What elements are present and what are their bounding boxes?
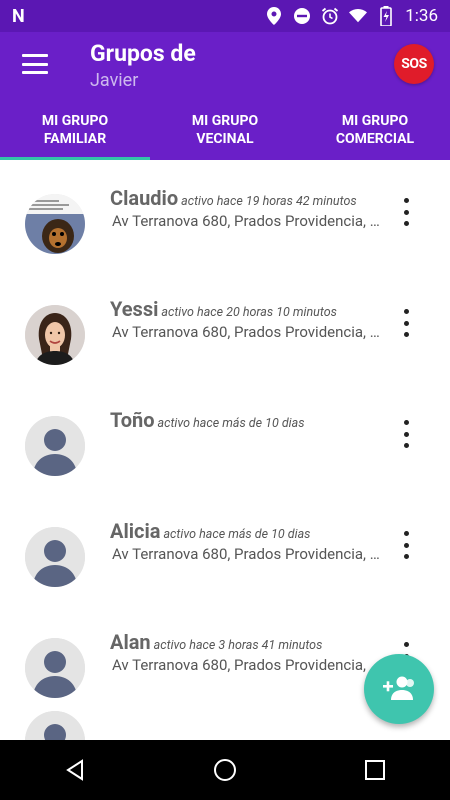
more-options-icon[interactable] bbox=[396, 309, 416, 337]
member-activity: activo hace 3 horas 41 minutos bbox=[153, 638, 323, 653]
wifi-icon bbox=[349, 7, 368, 25]
menu-icon[interactable] bbox=[22, 54, 48, 74]
title-block: Grupos de Javier bbox=[90, 40, 196, 94]
back-icon[interactable] bbox=[55, 750, 95, 790]
page-title: Grupos de bbox=[90, 40, 196, 67]
default-person-icon bbox=[25, 416, 85, 476]
member-name: Toño bbox=[110, 408, 155, 432]
list-item[interactable]: Claudio activo hace 19 horas 42 minutos A… bbox=[0, 160, 450, 271]
member-list: Claudio activo hace 19 horas 42 minutos A… bbox=[0, 160, 450, 740]
member-activity: activo hace 20 horas 10 minutos bbox=[161, 305, 337, 320]
tab-familiar[interactable]: MI GRUPO FAMILIAR bbox=[0, 100, 150, 160]
member-activity: activo hace 19 horas 42 minutos bbox=[181, 194, 357, 209]
default-person-icon bbox=[25, 638, 85, 698]
status-icons: 1:36 bbox=[265, 6, 438, 26]
member-name: Alicia bbox=[110, 519, 161, 543]
member-name: Yessi bbox=[110, 297, 159, 321]
sos-button[interactable]: SOS bbox=[394, 44, 434, 84]
tab-comercial[interactable]: MI GRUPO COMERCIAL bbox=[300, 100, 450, 160]
battery-charging-icon bbox=[377, 6, 395, 26]
default-person-icon bbox=[25, 527, 85, 587]
member-address: Av Terranova 680, Prados Providencia, Za… bbox=[112, 212, 382, 230]
page-subtitle: Javier bbox=[90, 70, 139, 91]
location-icon bbox=[265, 7, 283, 25]
do-not-disturb-icon bbox=[293, 7, 311, 25]
avatar-dog-photo bbox=[25, 194, 85, 254]
list-item[interactable]: Yessi activo hace 20 horas 10 minutos Av … bbox=[0, 271, 450, 382]
recents-icon[interactable] bbox=[355, 750, 395, 790]
member-activity: activo hace más de 10 dias bbox=[157, 416, 305, 431]
member-name: Alan bbox=[110, 630, 151, 654]
member-address: Av Terranova 680, Prados Providencia, Za… bbox=[112, 323, 382, 341]
app-bar: Grupos de Javier SOS bbox=[0, 32, 450, 100]
member-name: Claudio bbox=[110, 186, 179, 210]
notification-n-icon: N bbox=[12, 5, 25, 27]
more-options-icon[interactable] bbox=[396, 531, 416, 559]
add-group-icon bbox=[382, 674, 416, 704]
tab-vecinal[interactable]: MI GRUPO VECINAL bbox=[150, 100, 300, 160]
member-address: Av Terranova 680, Prados Providencia, Za… bbox=[112, 545, 382, 563]
member-address: Av Terranova 680, Prados Providencia, Za… bbox=[112, 656, 382, 674]
clock-time: 1:36 bbox=[405, 6, 438, 26]
group-tabs: MI GRUPO FAMILIAR MI GRUPO VECINAL MI GR… bbox=[0, 100, 450, 160]
add-group-member-button[interactable] bbox=[364, 654, 434, 724]
status-bar: N 1:36 bbox=[0, 0, 450, 32]
more-options-icon[interactable] bbox=[396, 198, 416, 226]
default-person-icon bbox=[25, 711, 85, 740]
home-icon[interactable] bbox=[205, 750, 245, 790]
alarm-icon bbox=[321, 7, 339, 25]
list-item[interactable]: Toño activo hace más de 10 dias bbox=[0, 382, 450, 493]
system-nav-bar bbox=[0, 740, 450, 800]
member-activity: activo hace más de 10 dias bbox=[163, 527, 311, 542]
avatar-woman-photo bbox=[25, 305, 85, 365]
more-options-icon[interactable] bbox=[396, 420, 416, 448]
list-item[interactable]: Alicia activo hace más de 10 dias Av Terr… bbox=[0, 493, 450, 604]
